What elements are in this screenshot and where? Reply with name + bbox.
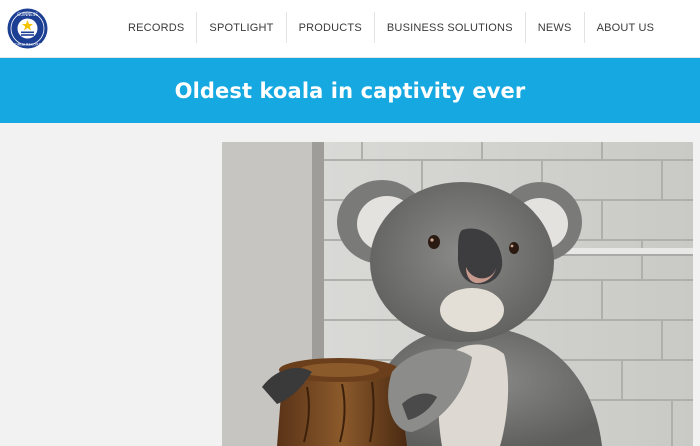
nav-about-us[interactable]: ABOUT US [585, 12, 667, 43]
svg-text:GUINNESS: GUINNESS [17, 12, 38, 17]
svg-text:WORLD RECORDS: WORLD RECORDS [11, 43, 44, 47]
nav-products[interactable]: PRODUCTS [287, 12, 374, 43]
nav-news[interactable]: NEWS [526, 12, 584, 43]
koala-photo [222, 142, 693, 446]
nav-business-solutions[interactable]: BUSINESS SOLUTIONS [375, 12, 525, 43]
page-title: Oldest koala in captivity ever [174, 78, 526, 103]
main-nav: RECORDS SPOTLIGHT PRODUCTS BUSINESS SOLU… [116, 12, 666, 43]
site-header: GUINNESS WORLD RECORDS RECORDS SPOTLIGHT… [0, 0, 700, 58]
nav-records[interactable]: RECORDS [116, 12, 196, 43]
koala-image [222, 142, 693, 446]
title-banner: Oldest koala in captivity ever [0, 58, 700, 123]
guinness-logo[interactable]: GUINNESS WORLD RECORDS [7, 8, 48, 49]
nav-spotlight[interactable]: SPOTLIGHT [197, 12, 285, 43]
guinness-logo-icon: GUINNESS WORLD RECORDS [7, 8, 48, 49]
